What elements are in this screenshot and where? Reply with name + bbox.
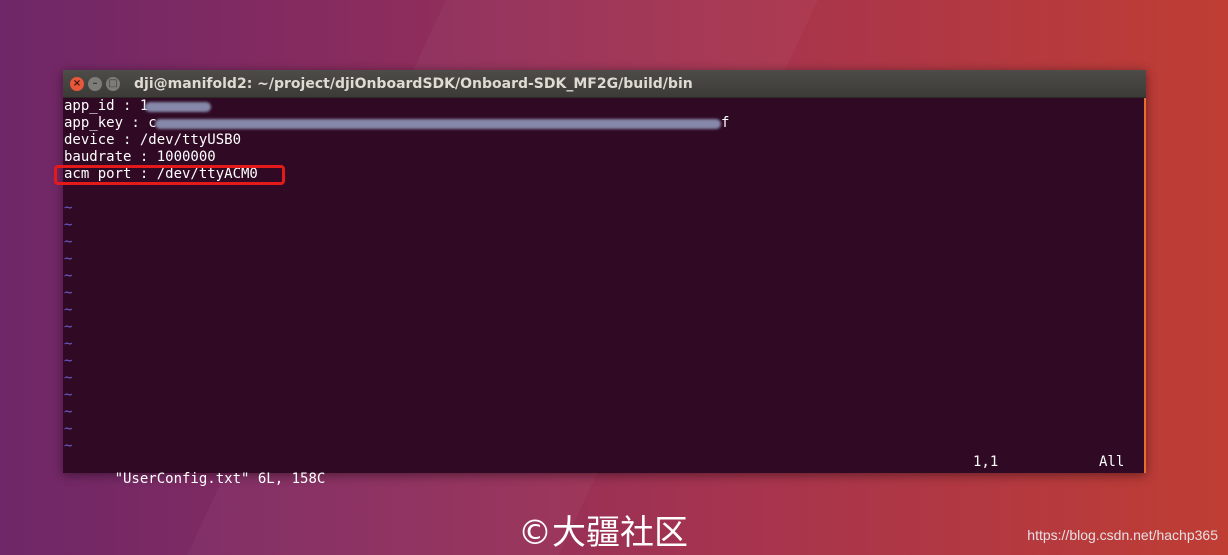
maximize-window-button[interactable]: □ [106, 76, 120, 91]
empty-line-tilde: ~ [64, 234, 73, 250]
file-line-text: device : /dev/ttyUSB0 [64, 132, 242, 148]
empty-line-tilde: ~ [64, 285, 73, 301]
highlight-box [54, 165, 285, 185]
window-title: dji@manifold2: ~/project/djiOnboardSDK/O… [134, 75, 693, 92]
status-scroll-position: All [1099, 454, 1125, 470]
empty-line-tilde: ~ [64, 217, 73, 233]
source-url: https://blog.csdn.net/hachp365 [1027, 527, 1218, 543]
vim-status-line: "UserConfig.txt" 6L, 158C 1,1 All [64, 454, 1134, 487]
status-cursor-position: 1,1 [973, 454, 999, 470]
file-line-device: device : /dev/ttyUSB0 [63, 132, 1144, 149]
status-file-info: "UserConfig.txt" 6L, 158C [114, 471, 326, 487]
minimize-window-button[interactable]: – [88, 76, 102, 91]
terminal-window[interactable]: × – □ dji@manifold2: ~/project/djiOnboar… [54, 70, 1146, 487]
empty-line-tilde: ~ [64, 438, 73, 454]
redacted-app-id [145, 102, 211, 112]
close-window-button[interactable]: × [70, 76, 84, 91]
empty-line-tilde: ~ [64, 387, 73, 403]
empty-line-tilde: ~ [64, 336, 73, 352]
empty-line-tilde: ~ [64, 404, 73, 420]
file-line-app-key: app_key : c f [63, 115, 1144, 132]
file-line-text: app_id : 1 [64, 98, 149, 114]
redacted-app-key [155, 119, 721, 129]
empty-line-tilde: ~ [64, 268, 73, 284]
vim-editor-area[interactable]: app_id : 1 app_key : c f device : /dev/tt… [54, 98, 1146, 487]
file-line-baudrate: baudrate : 1000000 [63, 149, 1144, 166]
empty-line-tilde: ~ [64, 200, 73, 216]
empty-line-tilde: ~ [64, 319, 73, 335]
empty-line [63, 183, 1144, 200]
app-key-tail: f [721, 115, 730, 131]
empty-line-tilde: ~ [64, 370, 73, 386]
watermark-text: ©大疆社区 [518, 513, 688, 553]
file-line-text: app_key : c [64, 115, 157, 131]
empty-line-tilde: ~ [64, 353, 73, 369]
empty-line-tilde: ~ [64, 302, 73, 318]
window-titlebar[interactable]: × – □ dji@manifold2: ~/project/djiOnboar… [63, 70, 1146, 98]
empty-line-tilde: ~ [64, 421, 73, 437]
file-line-text: baudrate : 1000000 [64, 149, 216, 165]
file-line-app-id: app_id : 1 [63, 98, 1144, 115]
empty-line-tilde: ~ [64, 251, 73, 267]
